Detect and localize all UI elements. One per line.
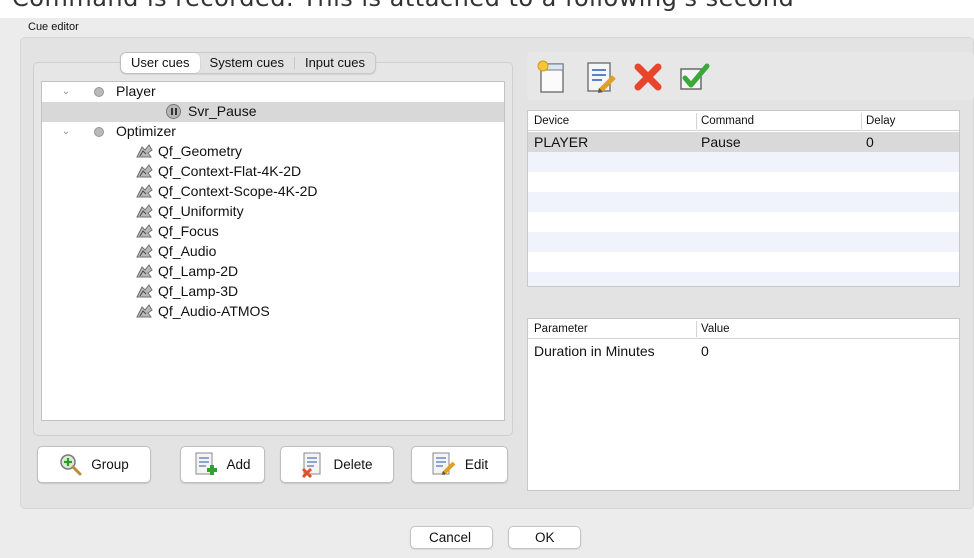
document-add-icon	[195, 452, 218, 475]
optimizer-icon	[136, 224, 153, 238]
delete-command-button[interactable]	[631, 60, 665, 94]
ok-button[interactable]: OK	[508, 526, 581, 549]
tree-item-label: Qf_Context-Flat-4K-2D	[158, 163, 302, 179]
tree-item-label: Svr_Pause	[188, 103, 257, 119]
table-row-empty[interactable]	[528, 192, 959, 212]
cue-type-tabs: User cues System cues Input cues	[120, 52, 376, 74]
tree-item-label: Qf_Geometry	[158, 143, 243, 159]
column-divider	[861, 113, 862, 129]
tab-input-cues[interactable]: Input cues	[295, 53, 375, 73]
optimizer-icon	[136, 284, 153, 298]
cell-parameter: Duration in Minutes	[534, 343, 655, 359]
parameter-row[interactable]: Duration in Minutes 0	[528, 341, 959, 361]
column-header-device[interactable]: Device	[534, 115, 569, 127]
cell-delay: 0	[866, 134, 874, 150]
parameters-table[interactable]: Parameter Value Duration in Minutes 0	[527, 318, 960, 491]
new-document-button[interactable]	[535, 60, 569, 94]
tree-group-optimizer[interactable]: ⌄ Optimizer	[42, 122, 504, 142]
table-row-empty[interactable]	[528, 252, 959, 272]
commands-toolbar	[527, 52, 974, 100]
table-row-empty[interactable]	[528, 272, 959, 286]
group-button[interactable]: Group	[37, 446, 151, 483]
optimizer-icon	[136, 144, 153, 158]
cell-device: PLAYER	[534, 134, 589, 150]
tree-item-label: Qf_Audio	[158, 243, 217, 259]
tree-item-label: Qf_Uniformity	[158, 203, 244, 219]
delete-x-icon	[634, 63, 662, 91]
optimizer-icon	[136, 184, 153, 198]
tree-item[interactable]: Qf_Context-Scope-4K-2D	[42, 182, 504, 202]
tree-item[interactable]: Qf_Focus	[42, 222, 504, 242]
edit-button[interactable]: Edit	[411, 446, 508, 483]
table-row-empty[interactable]	[528, 172, 959, 192]
tree-item[interactable]: Qf_Uniformity	[42, 202, 504, 222]
pause-icon	[166, 104, 181, 119]
tree-item-svr-pause[interactable]: Svr_Pause	[42, 102, 504, 122]
column-header-parameter[interactable]: Parameter	[534, 323, 588, 335]
checkmark-icon	[680, 63, 710, 90]
cell-command: Pause	[701, 134, 741, 150]
group-button-label: Group	[91, 457, 129, 472]
tree-group-label: Optimizer	[116, 123, 176, 139]
chevron-down-icon[interactable]: ⌄	[60, 122, 72, 141]
tree-item-label: Qf_Audio-ATMOS	[158, 303, 270, 319]
tree-item[interactable]: Qf_Audio-ATMOS	[42, 302, 504, 322]
edit-button-label: Edit	[464, 457, 489, 472]
tree-item[interactable]: Qf_Lamp-2D	[42, 262, 504, 282]
magnifier-plus-icon	[60, 453, 82, 475]
optimizer-icon	[136, 164, 153, 178]
tree-item[interactable]: Qf_Audio	[42, 242, 504, 262]
column-header-value[interactable]: Value	[701, 323, 730, 335]
add-button[interactable]: Add	[180, 446, 265, 483]
edit-command-button[interactable]	[583, 60, 617, 94]
tab-user-cues[interactable]: User cues	[121, 53, 200, 73]
column-divider	[696, 113, 697, 129]
cell-value[interactable]: 0	[701, 343, 709, 359]
tab-system-cues[interactable]: System cues	[200, 53, 294, 73]
tree-item[interactable]: Qf_Context-Flat-4K-2D	[42, 162, 504, 182]
table-row[interactable]: PLAYER Pause 0	[528, 132, 959, 152]
column-header-delay[interactable]: Delay	[866, 115, 895, 127]
grey-dot-icon	[94, 127, 104, 137]
commands-table[interactable]: Device Command Delay PLAYER Pause 0	[527, 110, 960, 287]
parameters-table-header: Parameter Value	[528, 319, 959, 339]
cancel-button-label: Cancel	[429, 530, 472, 545]
tree-item-label: Qf_Context-Scope-4K-2D	[158, 183, 318, 199]
window-title: Cue editor	[28, 21, 79, 33]
table-row-empty[interactable]	[528, 212, 959, 232]
cue-tree[interactable]: ⌄ Player Svr_Pause ⌄ Optimizer Qf_Geomet…	[41, 81, 505, 421]
tree-group-label: Player	[116, 83, 156, 99]
optimizer-icon	[136, 264, 153, 278]
delete-button[interactable]: Delete	[280, 446, 394, 483]
document-delete-icon	[302, 452, 321, 478]
apply-button[interactable]	[677, 60, 711, 94]
optimizer-icon	[136, 304, 153, 318]
chevron-down-icon[interactable]: ⌄	[60, 82, 72, 101]
background-caption: Command is recorded. This is attached to…	[0, 0, 974, 18]
tree-group-player[interactable]: ⌄ Player	[42, 82, 504, 102]
cancel-button[interactable]: Cancel	[410, 526, 493, 549]
grey-dot-icon	[94, 87, 104, 97]
commands-table-header: Device Command Delay	[528, 111, 959, 131]
edit-document-icon	[587, 62, 616, 93]
optimizer-icon	[136, 244, 153, 258]
add-button-label: Add	[226, 457, 251, 472]
table-row-empty[interactable]	[528, 232, 959, 252]
ok-button-label: OK	[535, 530, 555, 545]
column-header-command[interactable]: Command	[701, 115, 754, 127]
tree-item-label: Qf_Lamp-2D	[158, 263, 239, 279]
new-document-icon	[537, 60, 564, 93]
document-edit-icon	[432, 452, 456, 475]
tree-item[interactable]: Qf_Lamp-3D	[42, 282, 504, 302]
tree-item[interactable]: Qf_Geometry	[42, 142, 504, 162]
optimizer-icon	[136, 204, 153, 218]
table-row-empty[interactable]	[528, 152, 959, 172]
tree-item-label: Qf_Focus	[158, 223, 219, 239]
column-divider	[696, 321, 697, 337]
delete-button-label: Delete	[333, 457, 373, 472]
tree-item-label: Qf_Lamp-3D	[158, 283, 239, 299]
